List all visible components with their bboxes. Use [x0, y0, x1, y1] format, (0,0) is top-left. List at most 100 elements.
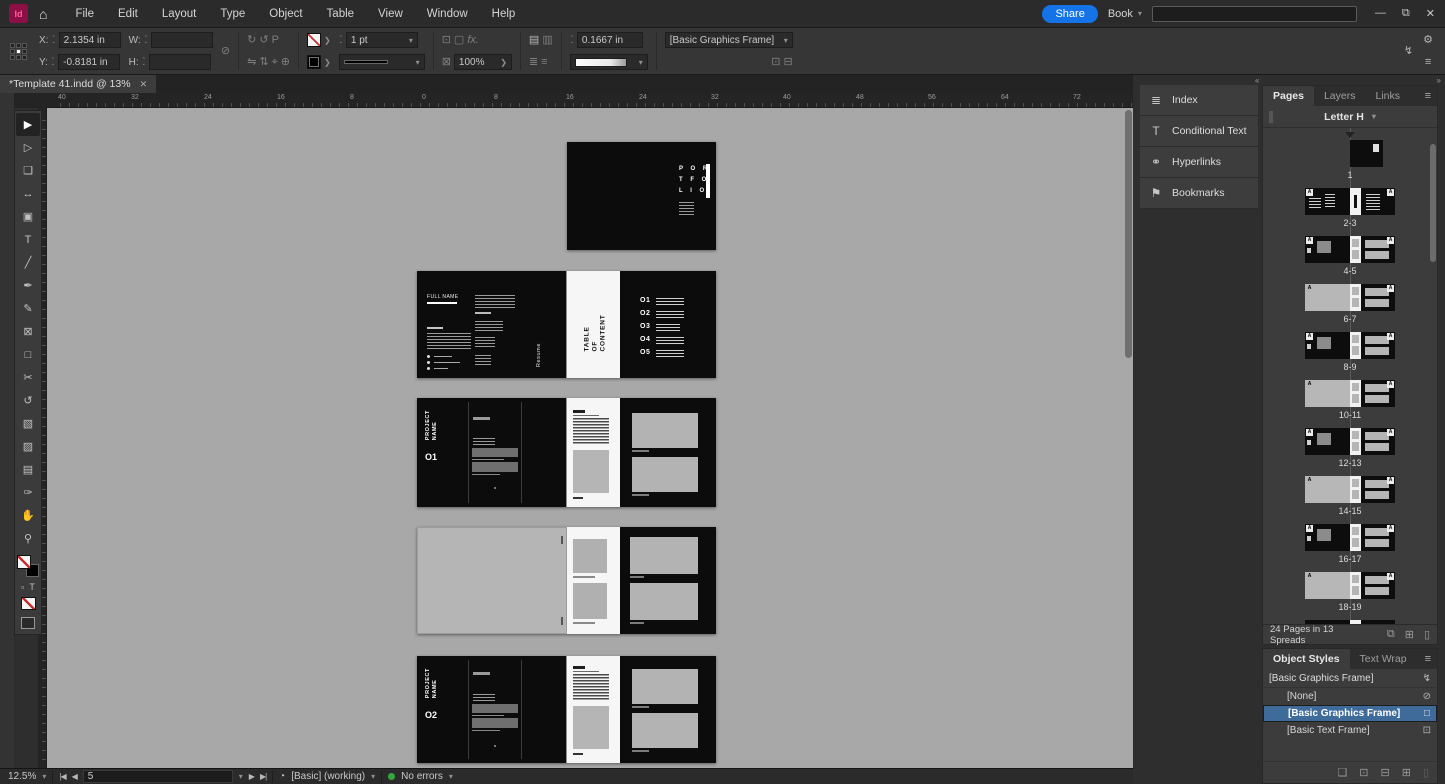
clear-overrides-icon[interactable]: ⊡ — [1359, 766, 1368, 779]
scissors-tool[interactable]: ✂ — [16, 366, 40, 389]
selection-tool[interactable]: ▶ — [16, 113, 40, 136]
menu-window[interactable]: Window — [415, 0, 480, 28]
page-thumb-partial[interactable] — [1263, 620, 1437, 624]
gradient-feather-tool[interactable]: ▨ — [16, 435, 40, 458]
formatting-text-icon[interactable]: T — [29, 582, 35, 592]
w-field[interactable] — [151, 32, 213, 48]
scale-percent-select[interactable]: 100%❯ — [454, 54, 512, 70]
object-style-select[interactable]: [Basic Graphics Frame]▾ — [665, 32, 793, 48]
book-dropdown[interactable]: Book ▾ — [1108, 8, 1142, 20]
restore-button[interactable]: ⧉ — [1402, 7, 1410, 20]
page-thumb-1[interactable]: 1 — [1263, 140, 1437, 188]
hand-tool[interactable]: ✋ — [16, 504, 40, 527]
panel-button-hyperlinks[interactable]: ⚭Hyperlinks — [1140, 147, 1258, 178]
quick-apply-icon[interactable]: ↯ — [1423, 673, 1431, 684]
move-icon[interactable]: ⊕ — [281, 54, 290, 70]
zoom-tool[interactable]: ⚲ — [16, 527, 40, 550]
transform-icon[interactable]: ⌖ — [272, 54, 278, 70]
collapse-panels-icon[interactable]: « — [1255, 76, 1259, 85]
pen-tool[interactable]: ✒ — [16, 274, 40, 297]
rotate-cw-icon[interactable]: ↻ — [247, 32, 256, 48]
menu-view[interactable]: View — [366, 0, 415, 28]
effects-fx-button[interactable]: fx. — [467, 32, 479, 48]
last-page-button[interactable]: ▶| — [260, 772, 266, 781]
master-page-row[interactable]: Letter H ▾ — [1263, 106, 1437, 128]
fill-color-swatch[interactable] — [307, 55, 321, 69]
quick-actions-icon[interactable]: ↯ — [1404, 43, 1413, 59]
project-text-panel[interactable] — [567, 398, 620, 507]
horizontal-ruler[interactable]: 40 32 24 16 8 0 8 16 24 32 40 48 56 64 7… — [47, 93, 1133, 108]
thumbnail-panel[interactable] — [567, 527, 620, 634]
menu-type[interactable]: Type — [208, 0, 257, 28]
style-row-basic-text-frame[interactable]: [Basic Text Frame] ⊡ — [1263, 722, 1437, 739]
panel-button-conditional-text[interactable]: TConditional Text — [1140, 116, 1258, 147]
close-tab-icon[interactable]: ✕ — [140, 79, 148, 90]
flip-horizontal-icon[interactable]: ⇋ — [247, 54, 256, 70]
panel-menu-icon[interactable]: ≡ — [1425, 54, 1431, 70]
spread-6-7-image[interactable] — [417, 527, 716, 634]
frame-tool[interactable]: ⊠ — [16, 320, 40, 343]
flip-vertical-icon[interactable]: ⇅ — [259, 54, 268, 70]
home-icon[interactable]: ⌂ — [39, 6, 47, 22]
pages-scrollbar[interactable] — [1430, 144, 1436, 262]
project-text-panel[interactable] — [567, 656, 620, 763]
zoom-level[interactable]: 12.5% — [8, 771, 36, 782]
corner-options-icon[interactable]: ⊡ — [442, 32, 451, 48]
toc-list-page[interactable]: O1 O2 O3 O4 O5 — [620, 271, 716, 378]
menu-file[interactable]: File — [63, 0, 106, 28]
errors-chevron-icon[interactable]: ▾ — [449, 772, 453, 781]
text-wrap-bounding-icon[interactable]: ▥ — [542, 32, 552, 48]
tab-links[interactable]: Links — [1365, 86, 1410, 106]
menu-object[interactable]: Object — [257, 0, 314, 28]
spread-page-1-cover[interactable]: P O RT F OL I O — [567, 142, 716, 250]
images-page[interactable] — [620, 527, 716, 634]
minimize-button[interactable]: — — [1375, 7, 1386, 20]
cover-page[interactable]: P O RT F OL I O — [567, 142, 716, 250]
direct-selection-tool[interactable]: ▷ — [16, 136, 40, 159]
panel-button-bookmarks[interactable]: ⚑Bookmarks — [1140, 178, 1258, 209]
panel-menu-icon[interactable]: ≡ — [1425, 90, 1437, 102]
page-thumb-10-11[interactable]: A A 10-11 — [1263, 380, 1437, 428]
menu-help[interactable]: Help — [480, 0, 528, 28]
project-images-page[interactable] — [620, 398, 716, 507]
page-thumb-6-7[interactable]: A A 6-7 — [1263, 284, 1437, 332]
page-thumb-14-15[interactable]: A A 14-15 — [1263, 476, 1437, 524]
edit-page-size-icon[interactable]: ⧉ — [1387, 628, 1395, 641]
tab-text-wrap[interactable]: Text Wrap — [1350, 649, 1417, 669]
page-thumb-18-19[interactable]: A A 18-19 — [1263, 572, 1437, 620]
clear-overrides-icon[interactable]: ⊡ — [771, 54, 780, 70]
spread-8-9-project-02[interactable]: PROJECT NAME O2 — [417, 656, 716, 763]
rotate-ccw-icon[interactable]: ↺ — [259, 32, 268, 48]
scale-icon[interactable]: ⊠ — [442, 54, 451, 70]
y-stepper[interactable]: ⌃⌄ — [51, 58, 55, 66]
line-tool[interactable]: ╱ — [16, 251, 40, 274]
search-input[interactable] — [1152, 6, 1357, 22]
tab-layers[interactable]: Layers — [1314, 86, 1366, 106]
preflight-chevron-icon[interactable]: ▾ — [371, 772, 375, 781]
align-objects-icon[interactable]: ≣ — [529, 54, 538, 70]
h-field[interactable] — [149, 54, 211, 70]
stroke-weight-stepper[interactable]: ⌃⌄ — [339, 36, 343, 44]
preflight-profile[interactable]: [Basic] (working) — [291, 771, 365, 782]
preflight-icon[interactable]: ◔ — [279, 771, 285, 782]
h-stepper[interactable]: ⌃⌄ — [142, 58, 146, 66]
document-canvas[interactable]: P O RT F OL I O FULL NAME — [47, 108, 1133, 768]
project-intro-page[interactable]: PROJECT NAME O1 — [417, 398, 567, 507]
panel-button-index[interactable]: ≣Index — [1140, 85, 1258, 116]
gap-stepper[interactable]: ⌃⌄ — [570, 36, 574, 44]
formatting-container-icon[interactable]: ▫ — [21, 582, 24, 592]
screen-mode-button[interactable] — [21, 617, 35, 629]
full-image-page[interactable] — [417, 527, 567, 634]
clear-attributes-icon[interactable]: ⊟ — [1381, 766, 1390, 779]
note-tool[interactable]: ▤ — [16, 458, 40, 481]
canvas-vertical-scrollbar[interactable] — [1125, 110, 1132, 358]
menu-edit[interactable]: Edit — [106, 0, 150, 28]
expand-panels-icon[interactable]: » — [1437, 76, 1441, 85]
fill-swatch-none[interactable] — [17, 555, 31, 569]
color-theme-tool[interactable]: ✑ — [16, 481, 40, 504]
delete-style-icon[interactable]: ▯ — [1423, 766, 1429, 779]
page-thumb-16-17[interactable]: A A 16-17 — [1263, 524, 1437, 572]
distribute-objects-icon[interactable]: ≡ — [541, 54, 547, 70]
page-thumb-8-9[interactable]: A A 8-9 — [1263, 332, 1437, 380]
frame-icon[interactable]: ▢ — [454, 32, 464, 48]
